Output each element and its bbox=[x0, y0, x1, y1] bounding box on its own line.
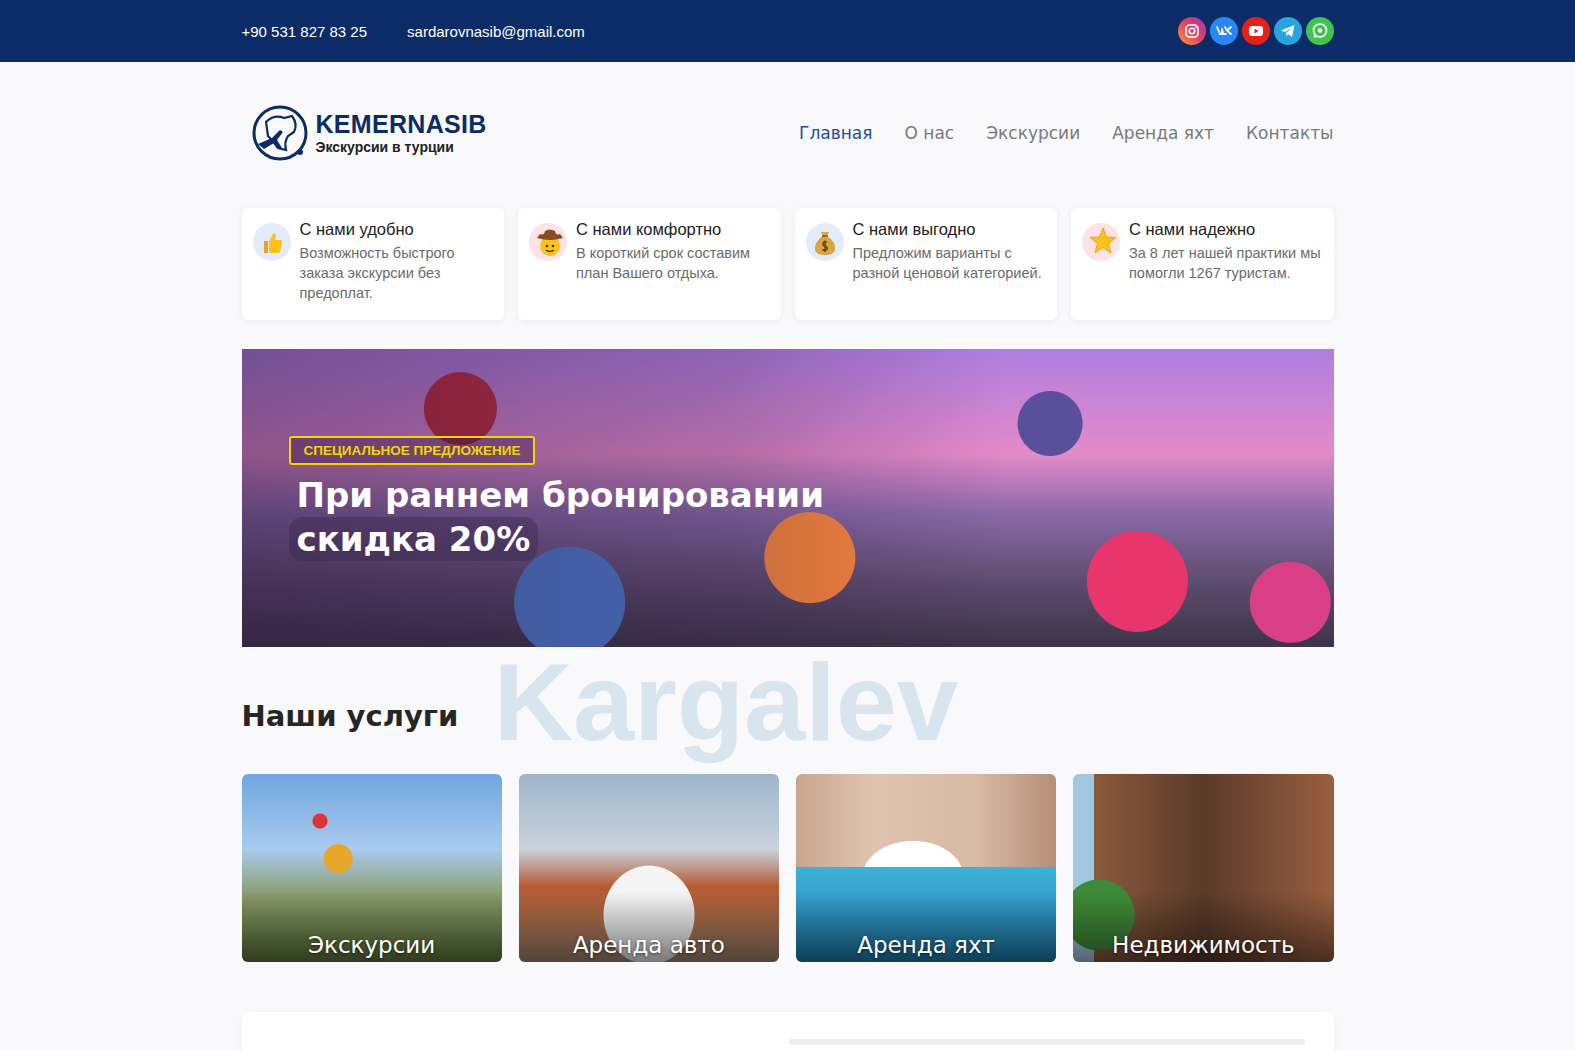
top-bar-inner: +90 531 827 83 25 sardarovnasib@gmail.com bbox=[242, 0, 1334, 62]
feature-body: С нами выгодно Предложим варианты с разно… bbox=[853, 220, 1048, 308]
watermark: Kargalev bbox=[494, 647, 959, 757]
main-nav: Главная О нас Экскурсии Аренда яхт Контакты bbox=[799, 123, 1333, 143]
service-card[interactable]: Экскурсии bbox=[242, 774, 502, 962]
feature-text: За 8 лет нашей практики мы помогли 1267 … bbox=[1129, 243, 1324, 283]
contacts: +90 531 827 83 25 sardarovnasib@gmail.com bbox=[242, 23, 585, 40]
feature-card: С нами выгодно Предложим варианты с разно… bbox=[795, 208, 1058, 320]
logo-title: KEMERNASIB bbox=[316, 110, 487, 138]
feature-body: С нами комфортно В короткий срок составим… bbox=[576, 220, 771, 308]
service-cards: Экскурсии Аренда авто Аренда яхт Недвижимос… bbox=[242, 774, 1334, 962]
nav-link[interactable]: Экскурсии bbox=[986, 123, 1080, 143]
services-section: KargalevНаши услуги Экскурсии Аренда авто А… bbox=[242, 647, 1334, 962]
nav-link[interactable]: Главная bbox=[799, 123, 872, 143]
service-card[interactable]: Недвижимость bbox=[1073, 774, 1333, 962]
youtube-icon[interactable] bbox=[1242, 17, 1270, 45]
service-label: Экскурсии bbox=[300, 932, 443, 962]
panel-bar bbox=[789, 1039, 1305, 1045]
telegram-icon[interactable] bbox=[1274, 17, 1302, 45]
feature-text: Возможность быстрого заказа экскурсии бе… bbox=[300, 243, 495, 303]
social-links bbox=[1178, 17, 1334, 45]
money-icon bbox=[805, 222, 845, 262]
promo-badge: СПЕЦИАЛЬНОЕ ПРЕДЛОЖЕНИЕ bbox=[289, 436, 536, 465]
promo-banner[interactable]: СПЕЦИАЛЬНОЕ ПРЕДЛОЖЕНИЕ При раннем бронир… bbox=[242, 349, 1334, 647]
star-icon bbox=[1081, 222, 1121, 262]
feature-text: В короткий срок составим план Вашего отд… bbox=[576, 243, 771, 283]
section-title: Наши услуги bbox=[242, 697, 1334, 735]
phone-link[interactable]: +90 531 827 83 25 bbox=[242, 23, 368, 40]
site-header: KEMERNASIBЭкскурсии в турции Главная О нас… bbox=[0, 62, 1575, 208]
nav-link[interactable]: Контакты bbox=[1246, 123, 1334, 143]
logo[interactable]: KEMERNASIBЭкскурсии в турции bbox=[242, 102, 487, 164]
promo-title-line: скидка 20% bbox=[289, 517, 539, 561]
vk-icon[interactable] bbox=[1210, 17, 1238, 45]
feature-title: С нами надежно bbox=[1129, 220, 1324, 239]
feature-card: С нами удобно Возможность быстрого заказа… bbox=[242, 208, 505, 320]
logo-subtitle: Экскурсии в турции bbox=[316, 138, 487, 156]
nav-link[interactable]: Аренда яхт bbox=[1112, 123, 1214, 143]
cowboy-icon bbox=[528, 222, 568, 262]
service-card[interactable]: Аренда авто bbox=[519, 774, 779, 962]
feature-text: Предложим варианты с разной ценовой кате… bbox=[853, 243, 1048, 283]
header-inner: KEMERNASIBЭкскурсии в турции Главная О нас… bbox=[242, 62, 1334, 208]
globe-plane-icon bbox=[250, 102, 310, 164]
instagram-icon[interactable] bbox=[1178, 17, 1206, 45]
feature-body: С нами удобно Возможность быстрого заказа… bbox=[300, 220, 495, 308]
top-bar: +90 531 827 83 25 sardarovnasib@gmail.com bbox=[0, 0, 1575, 62]
feature-title: С нами удобно bbox=[300, 220, 495, 239]
main-content: С нами удобно Возможность быстрого заказа… bbox=[242, 208, 1334, 1050]
feature-card: С нами комфортно В короткий срок составим… bbox=[518, 208, 781, 320]
bottom-panel bbox=[242, 1012, 1334, 1050]
service-label: Недвижимость bbox=[1104, 932, 1303, 962]
logo-text: KEMERNASIBЭкскурсии в турции bbox=[316, 110, 487, 156]
feature-card: С нами надежно За 8 лет нашей практики мы… bbox=[1071, 208, 1334, 320]
email-link[interactable]: sardarovnasib@gmail.com bbox=[407, 23, 585, 40]
thumb-icon bbox=[252, 222, 292, 262]
feature-title: С нами комфортно bbox=[576, 220, 771, 239]
whatsapp-icon[interactable] bbox=[1306, 17, 1334, 45]
service-card[interactable]: Аренда яхт bbox=[796, 774, 1056, 962]
promo-title: При раннем бронированиискидка 20% bbox=[289, 473, 1334, 561]
feature-title: С нами выгодно bbox=[853, 220, 1048, 239]
service-label: Аренда яхт bbox=[849, 932, 1003, 962]
service-label: Аренда авто bbox=[565, 932, 733, 962]
nav-link[interactable]: О нас bbox=[905, 123, 955, 143]
promo-title-line: При раннем бронировании bbox=[289, 473, 832, 517]
feature-body: С нами надежно За 8 лет нашей практики мы… bbox=[1129, 220, 1324, 308]
features: С нами удобно Возможность быстрого заказа… bbox=[242, 208, 1334, 320]
